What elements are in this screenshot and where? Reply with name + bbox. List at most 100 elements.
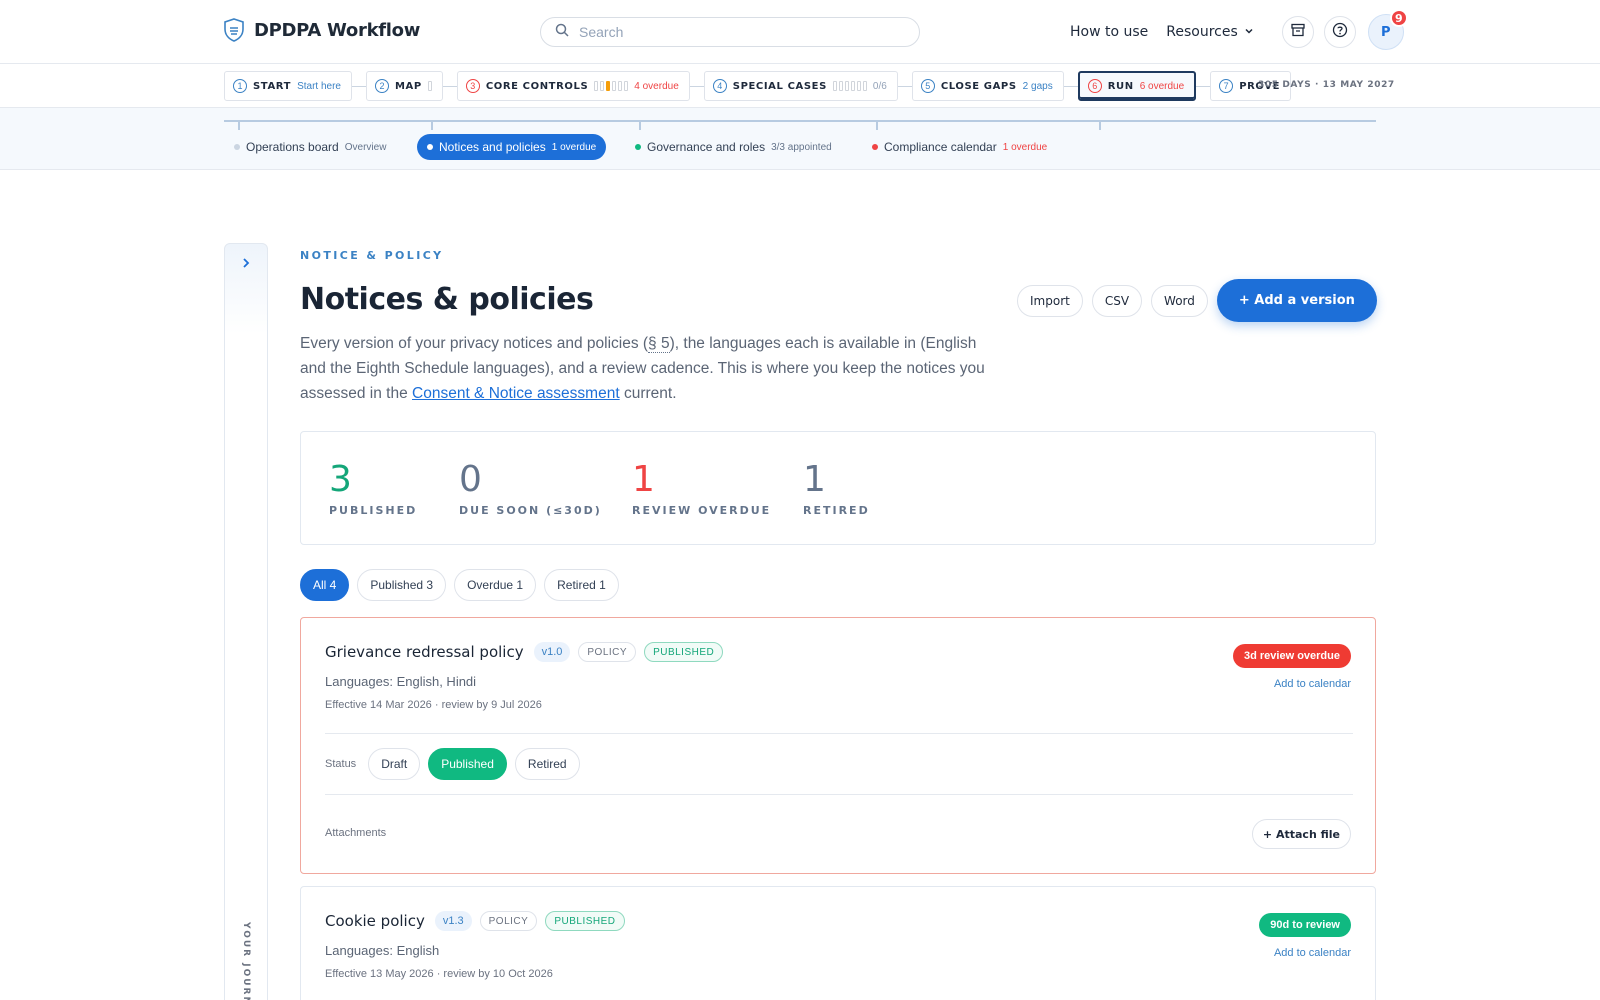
filter-published[interactable]: Published 3 xyxy=(357,569,447,601)
word-button[interactable]: Word xyxy=(1151,284,1208,317)
stat-retired: 1 RETIRED xyxy=(803,459,870,518)
card-divider xyxy=(325,794,1353,795)
status-dot xyxy=(872,144,878,150)
help-button[interactable] xyxy=(1323,16,1356,48)
add-to-calendar-link[interactable]: Add to calendar xyxy=(1274,678,1351,690)
status-published-button[interactable]: Published xyxy=(428,748,507,780)
attachments-label: Attachments xyxy=(325,827,387,839)
step-core-controls[interactable]: 3 CORE CONTROLS 4 overdue xyxy=(456,71,690,101)
policy-languages: Languages: English xyxy=(325,943,440,958)
how-to-use-link[interactable]: How to use xyxy=(1070,24,1148,40)
rail-tick xyxy=(431,120,433,130)
subtab-notices-and-policies[interactable]: Notices and policies 1 overdue xyxy=(417,134,607,160)
search-box[interactable] xyxy=(540,17,920,47)
attach-file-button[interactable]: + Attach file xyxy=(1251,819,1351,849)
step-progress xyxy=(427,81,432,91)
step-start[interactable]: 1 START Start here xyxy=(224,71,352,101)
intro-text: current. xyxy=(619,385,677,402)
status-dot xyxy=(635,144,641,150)
import-button[interactable]: Import xyxy=(1017,284,1083,317)
policy-title[interactable]: Cookie policy xyxy=(325,912,425,930)
section-eyebrow: NOTICE & POLICY xyxy=(300,249,444,262)
card-header: Cookie policy v1.3 POLICY PUBLISHED xyxy=(325,911,625,931)
step-connector xyxy=(897,85,912,87)
stat-label: REVIEW OVERDUE xyxy=(632,504,772,517)
user-avatar[interactable]: P 9 xyxy=(1367,9,1408,50)
step-close-gaps[interactable]: 5 CLOSE GAPS 2 gaps xyxy=(911,71,1064,101)
add-to-calendar-link[interactable]: Add to calendar xyxy=(1274,947,1351,959)
status-label: Status xyxy=(325,758,357,770)
step-number: 7 xyxy=(1219,79,1234,93)
subtab-meta: 1 overdue xyxy=(551,141,597,153)
step-special-cases[interactable]: 4 SPECIAL CASES 0/6 xyxy=(703,71,898,101)
subtab-label: Compliance calendar xyxy=(884,140,997,154)
stat-review-overdue: 1 REVIEW OVERDUE xyxy=(632,460,772,518)
brand[interactable]: DPDPA Workflow xyxy=(224,18,420,42)
step-connector xyxy=(1063,85,1078,87)
section-reference[interactable]: § 5 xyxy=(648,335,670,353)
review-due-badge: 90d to review xyxy=(1259,913,1351,937)
rail-tick xyxy=(639,120,641,130)
subtab-meta: Overview xyxy=(344,141,387,153)
review-due-badge: 3d review overdue xyxy=(1233,644,1351,668)
step-connector xyxy=(689,85,704,87)
search-input[interactable] xyxy=(579,24,879,40)
step-number: 2 xyxy=(374,79,389,93)
page-title: Notices & policies xyxy=(300,282,594,317)
subtab-governance-and-roles[interactable]: Governance and roles 3/3 appointed xyxy=(625,134,842,160)
step-subtitle: 6 overdue xyxy=(1139,80,1185,92)
policy-card-grievance-redressal: Grievance redressal policy v1.0 POLICY P… xyxy=(300,617,1376,874)
resources-menu[interactable]: Resources xyxy=(1166,24,1254,40)
filter-retired[interactable]: Retired 1 xyxy=(544,569,619,601)
step-map[interactable]: 2 MAP xyxy=(365,71,443,101)
card-divider xyxy=(325,733,1353,734)
step-connector xyxy=(1196,85,1211,87)
type-chip: POLICY xyxy=(578,642,637,662)
notification-badge: 9 xyxy=(1389,9,1408,27)
status-draft-button[interactable]: Draft xyxy=(368,748,421,780)
version-chip: v1.0 xyxy=(533,642,571,662)
step-run[interactable]: 6 RUN 6 overdue xyxy=(1077,71,1197,101)
rail-tick xyxy=(876,120,878,130)
policy-title[interactable]: Grievance redressal policy xyxy=(325,643,524,661)
stat-value: 1 xyxy=(803,459,826,500)
steps-list: 1 START Start here 2 MAP 3 CORE CONTROLS… xyxy=(224,71,1292,101)
state-chip: PUBLISHED xyxy=(644,642,724,662)
run-subtabs: Operations board Overview Notices and po… xyxy=(0,108,1600,170)
step-number: 6 xyxy=(1087,79,1102,93)
state-chip: PUBLISHED xyxy=(545,911,625,931)
filter-all[interactable]: All 4 xyxy=(300,569,350,601)
page-intro: Every version of your privacy notices an… xyxy=(300,331,990,406)
chevron-right-icon[interactable] xyxy=(239,256,253,275)
csv-button[interactable]: CSV xyxy=(1091,284,1143,317)
step-number: 5 xyxy=(920,79,935,93)
stat-label: PUBLISHED xyxy=(329,504,418,517)
page-actions: Import CSV Word + Add a version xyxy=(1017,279,1377,322)
subtab-compliance-calendar[interactable]: Compliance calendar 1 overdue xyxy=(862,134,1057,160)
filter-overdue[interactable]: Overdue 1 xyxy=(454,569,537,601)
rail-tick xyxy=(238,120,240,130)
resources-label: Resources xyxy=(1166,24,1238,40)
subtab-operations-board[interactable]: Operations board Overview xyxy=(224,134,396,160)
step-subtitle: 4 overdue xyxy=(634,80,679,92)
stat-label: DUE SOON (≤30D) xyxy=(459,504,602,517)
step-progress xyxy=(594,81,629,91)
shield-logo-icon xyxy=(224,18,244,42)
rail-tick xyxy=(1099,120,1101,130)
policy-dates: Effective 14 Mar 2026 · review by 9 Jul … xyxy=(325,699,542,711)
archive-button[interactable] xyxy=(1281,16,1314,48)
stat-value: 0 xyxy=(459,459,482,500)
stats-panel: 3 PUBLISHED 0 DUE SOON (≤30D) 1 REVIEW O… xyxy=(300,431,1376,545)
intro-text: Every version of your privacy notices an… xyxy=(300,335,649,352)
consent-notice-assessment-link[interactable]: Consent & Notice assessment xyxy=(412,385,620,402)
policy-languages: Languages: English, Hindi xyxy=(325,674,477,689)
deadline-countdown: 305 DAYS · 13 MAY 2027 xyxy=(1258,80,1395,90)
status-retired-button[interactable]: Retired xyxy=(514,748,580,780)
step-number: 1 xyxy=(233,79,247,93)
add-version-button[interactable]: + Add a version xyxy=(1216,279,1377,322)
step-connector xyxy=(442,85,457,87)
type-chip: POLICY xyxy=(479,911,538,931)
journey-sidebar[interactable]: YOUR JOURNEY xyxy=(224,243,268,1000)
stat-published: 3 PUBLISHED xyxy=(329,460,418,518)
search-icon xyxy=(555,23,569,42)
